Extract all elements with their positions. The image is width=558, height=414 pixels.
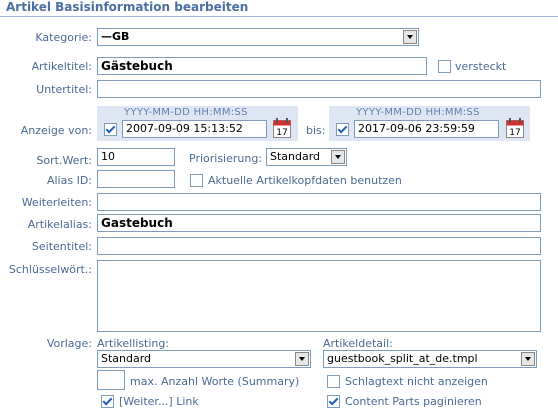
artikeldetail-select[interactable]: guestbook_split_at_de.tmpl xyxy=(323,350,537,368)
artikeldetail-label: Artikeldetail: xyxy=(323,337,393,350)
untertitel-input[interactable] xyxy=(97,80,541,98)
artikellisting-value: Standard xyxy=(101,352,152,365)
bis-label: bis: xyxy=(306,124,326,137)
calendar-icon[interactable]: 17 xyxy=(506,118,524,138)
maxworte-input[interactable] xyxy=(97,370,125,390)
anzeige-bis-checkbox[interactable] xyxy=(336,123,349,136)
seitentitel-label: Seitentitel: xyxy=(31,240,92,253)
weiter-link-checkbox[interactable] xyxy=(101,395,114,408)
schlagtext-label: Schlagtext nicht anzeigen xyxy=(345,375,488,388)
anzeige-von-checkbox[interactable] xyxy=(104,123,117,136)
schlagtext-checkbox[interactable] xyxy=(327,375,340,388)
artikelalias-label: Artikelalias: xyxy=(27,218,92,231)
artikellisting-label: Artikellisting: xyxy=(97,337,170,350)
anzeige-label: Anzeige von: xyxy=(20,124,92,137)
kategorie-value: —GB xyxy=(101,30,130,43)
weiterleiten-label: Weiterleiten: xyxy=(21,196,92,209)
artikeltitel-label: Artikeltitel: xyxy=(31,60,92,73)
aktuelle-label: Aktuelle Artikelkopfdaten benutzen xyxy=(208,174,402,187)
versteckt-label: versteckt xyxy=(455,60,507,73)
priorisierung-value: Standard xyxy=(270,150,321,163)
kategorie-select[interactable]: —GB xyxy=(97,28,419,46)
aliasid-label: Alias ID: xyxy=(46,174,92,187)
versteckt-checkbox[interactable] xyxy=(438,60,451,73)
weiterleiten-input[interactable] xyxy=(97,193,541,211)
artikeldetail-value: guestbook_split_at_de.tmpl xyxy=(327,352,478,365)
svg-text:17: 17 xyxy=(509,128,520,138)
chevron-down-icon[interactable] xyxy=(295,352,309,366)
page-title: Artikel Basisinformation bearbeiten xyxy=(6,0,249,14)
calendar-icon[interactable]: 17 xyxy=(273,118,291,138)
schluesselwort-textarea[interactable] xyxy=(97,260,541,332)
chevron-down-icon[interactable] xyxy=(331,150,345,164)
sortwert-input[interactable]: 10 xyxy=(97,148,175,166)
vorlage-label: Vorlage: xyxy=(46,337,92,350)
anzeige-von-input[interactable]: 2007-09-09 15:13:52 xyxy=(122,120,267,138)
chevron-down-icon[interactable] xyxy=(521,352,535,366)
weiter-link-label: [Weiter...] Link xyxy=(119,395,199,408)
aktuelle-checkbox[interactable] xyxy=(190,174,203,187)
maxworte-label: max. Anzahl Worte (Summary) xyxy=(130,375,300,388)
artikellisting-select[interactable]: Standard xyxy=(97,350,311,368)
anzeige-von-format: YYYY-MM-DD HH:MM:SS xyxy=(124,107,248,118)
title-divider xyxy=(0,16,558,17)
kategorie-label: Kategorie: xyxy=(35,31,92,44)
priorisierung-label: Priorisierung: xyxy=(189,152,263,165)
chevron-down-icon[interactable] xyxy=(403,30,417,44)
artikeltitel-input[interactable]: Gästebuch xyxy=(97,57,427,75)
untertitel-label: Untertitel: xyxy=(36,83,92,96)
anzeige-bis-format: YYYY-MM-DD HH:MM:SS xyxy=(356,107,480,118)
contentparts-checkbox[interactable] xyxy=(327,395,340,408)
seitentitel-input[interactable] xyxy=(97,237,541,255)
svg-text:17: 17 xyxy=(276,128,287,138)
schluesselwort-label: Schlüsselwört.: xyxy=(8,263,92,276)
aliasid-input[interactable] xyxy=(97,170,175,188)
priorisierung-select[interactable]: Standard xyxy=(266,148,347,166)
contentparts-label: Content Parts paginieren xyxy=(345,395,482,408)
sortwert-label: Sort.Wert: xyxy=(36,154,92,167)
anzeige-bis-input[interactable]: 2017-09-06 23:59:59 xyxy=(354,120,499,138)
artikelalias-input[interactable]: Gastebuch xyxy=(97,214,541,232)
